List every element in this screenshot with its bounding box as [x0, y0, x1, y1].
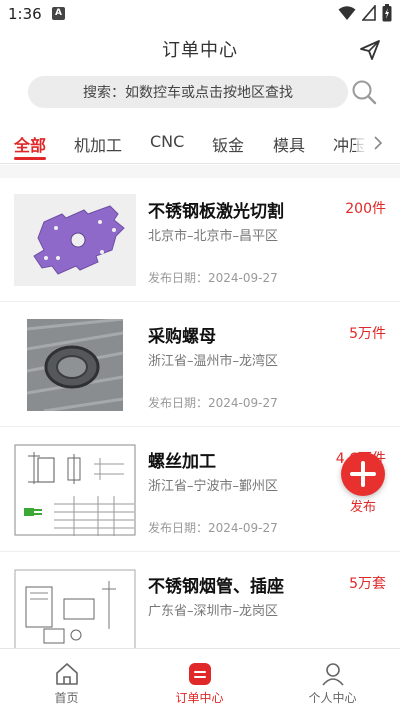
order-location: 广东省–深圳市–龙岗区	[148, 604, 279, 619]
status-bar: 1:36 A	[0, 0, 400, 28]
tab-sheet-metal[interactable]: 钣金	[212, 132, 244, 156]
order-thumbnail	[14, 569, 136, 648]
wifi-icon	[338, 6, 356, 20]
order-location: 北京市–北京市–昌平区	[148, 229, 279, 244]
tab-machining[interactable]: 机加工	[74, 132, 122, 156]
search-input[interactable]: 搜索：如数控车或点击按地区查找	[28, 76, 348, 108]
pipe-drawing-image	[14, 569, 136, 648]
order-title: 采购螺母	[148, 327, 216, 347]
plus-icon	[350, 461, 376, 487]
nav-profile-label: 个人中心	[308, 691, 357, 705]
tab-cnc[interactable]: CNC	[150, 132, 184, 151]
order-thumbnail	[14, 194, 136, 286]
order-thumbnail	[14, 319, 136, 411]
chevron-right-icon	[374, 136, 383, 150]
order-title: 不锈钢板激光切割	[148, 202, 284, 222]
notification-badge: A	[52, 7, 65, 20]
order-title: 螺丝加工	[148, 452, 216, 472]
order-date: 发布日期：2024-09-27	[148, 271, 278, 285]
order-thumbnail	[14, 444, 136, 536]
screw-drawing-image	[14, 444, 136, 536]
tab-all[interactable]: 全部	[14, 132, 46, 156]
category-tabs: 全部 机加工 CNC 钣金 模具 冲压	[0, 124, 400, 164]
order-quantity: 5万套	[349, 576, 386, 592]
page-title: 订单中心	[162, 40, 238, 61]
status-time: 1:36	[8, 5, 42, 23]
order-item[interactable]: 采购螺母 5万件 浙江省–温州市–龙湾区 发布日期：2024-09-27	[0, 303, 400, 427]
nav-orders[interactable]: 订单中心	[133, 649, 266, 712]
signal-icon	[362, 5, 376, 21]
home-icon	[56, 663, 78, 685]
divider	[0, 165, 400, 178]
tabs-more-button[interactable]	[356, 124, 400, 162]
publish-label[interactable]: 发布	[341, 496, 385, 515]
battery-icon	[382, 4, 392, 22]
status-icons	[338, 4, 392, 22]
order-quantity: 200件	[345, 201, 386, 217]
nav-home-label: 首页	[54, 691, 79, 705]
tab-mold[interactable]: 模具	[273, 132, 305, 156]
nav-profile[interactable]: 个人中心	[266, 649, 399, 712]
nav-orders-label: 订单中心	[175, 691, 224, 705]
order-title: 不锈钢烟管、插座	[148, 577, 284, 597]
order-icon	[189, 663, 211, 685]
order-location: 浙江省–温州市–龙湾区	[148, 354, 279, 369]
search-icon	[352, 80, 377, 105]
search-button[interactable]	[350, 78, 378, 106]
order-item[interactable]: 螺丝加工 4.6万件 浙江省–宁波市–鄞州区 发布日期：2024-09-27	[0, 428, 400, 552]
publish-button[interactable]	[341, 452, 385, 496]
purple-plate-image	[33, 205, 125, 275]
nut-photo-image	[26, 319, 124, 411]
order-item[interactable]: 不锈钢板激光切割 200件 北京市–北京市–昌平区 发布日期：2024-09-2…	[0, 178, 400, 302]
search-placeholder: 搜索：如数控车或点击按地区查找	[83, 85, 293, 101]
profile-icon	[322, 663, 344, 686]
order-date: 发布日期：2024-09-27	[148, 396, 278, 410]
active-tab-indicator	[14, 157, 46, 160]
send-icon	[360, 40, 380, 60]
order-list: 不锈钢板激光切割 200件 北京市–北京市–昌平区 发布日期：2024-09-2…	[0, 178, 400, 648]
order-location: 浙江省–宁波市–鄞州区	[148, 479, 279, 494]
order-quantity: 5万件	[349, 326, 386, 342]
nav-home[interactable]: 首页	[0, 649, 133, 712]
order-item[interactable]: 不锈钢烟管、插座 5万套 广东省–深圳市–龙岗区	[0, 553, 400, 648]
order-date: 发布日期：2024-09-27	[148, 521, 278, 535]
send-button[interactable]	[358, 38, 382, 62]
bottom-nav: 首页 订单中心 个人中心	[0, 648, 400, 712]
header: 订单中心	[0, 28, 400, 70]
